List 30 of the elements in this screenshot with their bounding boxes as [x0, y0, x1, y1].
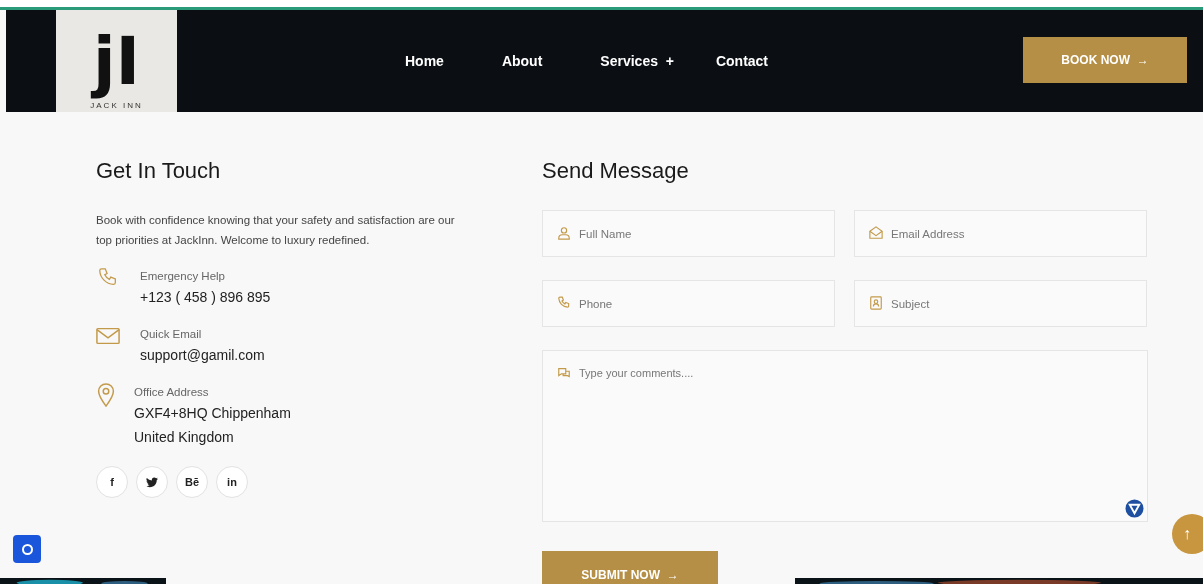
envelope-icon — [96, 325, 120, 347]
contact-label: Emergency Help — [140, 269, 226, 284]
input-field[interactable]: Email Address — [854, 210, 1147, 257]
input-field[interactable]: Subject — [854, 280, 1147, 327]
contact-label: Office Address — [134, 385, 210, 400]
location-pin-icon — [96, 383, 116, 407]
section-heading: Send Message — [542, 157, 690, 185]
comments-field[interactable]: Type your comments.... — [542, 350, 1148, 522]
contact-value: +123 ( 458 ) 896 895 — [140, 288, 271, 307]
input-field[interactable]: Phone — [542, 280, 835, 327]
contact-value: support@gamil.com — [140, 346, 265, 365]
section-heading: Get In Touch — [96, 157, 222, 185]
nav-link[interactable]: Services + — [600, 53, 674, 69]
nav-link[interactable]: Home — [405, 53, 444, 69]
intro-text: Book with confidence knowing that your safety and satisfaction are our top priorities at JackInn. Welcome to luxury redefined. — [96, 213, 456, 248]
linkedin-link[interactable]: in — [216, 466, 248, 498]
chat-widget-button[interactable] — [13, 535, 41, 563]
facebook-link[interactable]: f — [96, 466, 128, 498]
logo[interactable]: jI JACK INN — [56, 10, 177, 112]
logo-text: JACK INN — [90, 101, 143, 110]
nav-link[interactable]: Contact — [715, 53, 769, 69]
behance-link[interactable]: Bē — [176, 466, 208, 498]
logo-monogram: jI — [92, 27, 141, 97]
contact-label: Quick Email — [140, 327, 203, 342]
contact-value: GXF4+8HQ Chippenham — [134, 404, 291, 423]
nav-link[interactable]: About — [501, 53, 543, 69]
contact-value: United Kingdom — [134, 428, 235, 447]
twitter-bird-icon[interactable] — [136, 466, 168, 498]
triangle-badge-icon[interactable] — [1125, 499, 1144, 518]
input-field[interactable]: Full Name — [542, 210, 835, 257]
